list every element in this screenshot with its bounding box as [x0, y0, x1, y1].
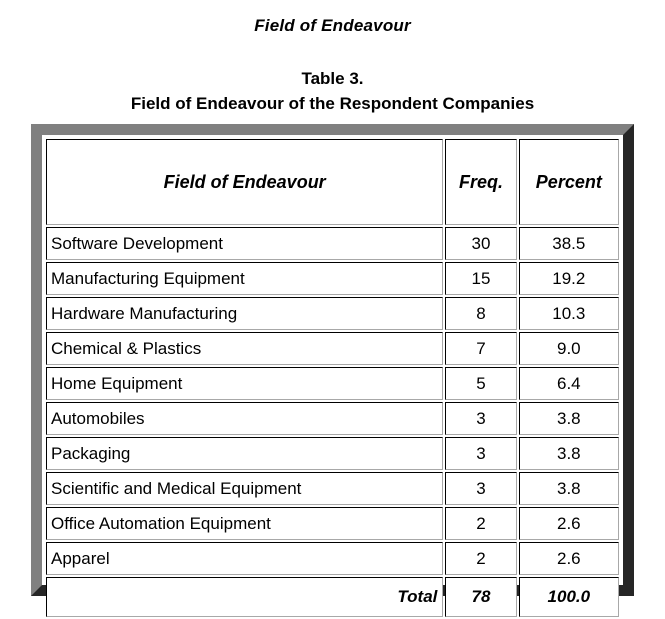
table-row: Manufacturing Equipment 15 19.2 [46, 262, 619, 295]
cell-freq-value: 3 [445, 472, 517, 505]
table-row: Software Development 30 38.5 [46, 227, 619, 260]
cell-freq-value: 2 [445, 542, 517, 575]
cell-total-percent: 100.0 [518, 577, 619, 617]
cell-percent-value: 2.6 [518, 507, 619, 540]
table-row: Apparel 2 2.6 [46, 542, 619, 575]
cell-field-label: Home Equipment [46, 367, 444, 400]
cell-freq-value: 7 [445, 332, 517, 365]
cell-field-label: Scientific and Medical Equipment [46, 472, 444, 505]
cell-total-label: Total [46, 577, 444, 617]
cell-total-freq: 78 [445, 577, 517, 617]
column-header-freq: Freq. [445, 139, 517, 225]
document-page: Field of Endeavour Table 3. Field of End… [0, 0, 665, 617]
cell-field-label: Packaging [46, 437, 444, 470]
column-header-percent: Percent [518, 139, 619, 225]
cell-percent-value: 3.8 [518, 437, 619, 470]
cell-freq-value: 2 [445, 507, 517, 540]
table-row: Office Automation Equipment 2 2.6 [46, 507, 619, 540]
cell-percent-value: 6.4 [518, 367, 619, 400]
cell-field-label: Manufacturing Equipment [46, 262, 444, 295]
table-caption: Table 3. Field of Endeavour of the Respo… [0, 66, 665, 116]
table-caption-title: Field of Endeavour of the Respondent Com… [130, 94, 535, 113]
table-row: Home Equipment 5 6.4 [46, 367, 619, 400]
cell-freq-value: 30 [445, 227, 517, 260]
cell-freq-value: 3 [445, 402, 517, 435]
cell-field-label: Software Development [46, 227, 444, 260]
page-heading: Field of Endeavour [254, 16, 411, 35]
cell-field-label: Chemical & Plastics [46, 332, 444, 365]
cell-percent-value: 3.8 [518, 472, 619, 505]
field-of-endeavour-table: Field of Endeavour Freq. Percent Softwar… [44, 137, 621, 619]
table-header-row: Field of Endeavour Freq. Percent [46, 139, 619, 225]
cell-percent-value: 2.6 [518, 542, 619, 575]
table-row: Automobiles 3 3.8 [46, 402, 619, 435]
cell-freq-value: 8 [445, 297, 517, 330]
cell-percent-value: 19.2 [518, 262, 619, 295]
table-row: Chemical & Plastics 7 9.0 [46, 332, 619, 365]
cell-freq-value: 15 [445, 262, 517, 295]
table-head: Field of Endeavour Freq. Percent [46, 139, 619, 225]
table-caption-number: Table 3. [301, 69, 364, 88]
table-total-row: Total 78 100.0 [46, 577, 619, 617]
cell-freq-value: 3 [445, 437, 517, 470]
table-frame: Field of Endeavour Freq. Percent Softwar… [31, 124, 634, 617]
cell-field-label: Automobiles [46, 402, 444, 435]
column-header-field-of-endeavour: Field of Endeavour [46, 139, 444, 225]
table-row: Scientific and Medical Equipment 3 3.8 [46, 472, 619, 505]
cell-freq-value: 5 [445, 367, 517, 400]
cell-percent-value: 38.5 [518, 227, 619, 260]
table-row: Hardware Manufacturing 8 10.3 [46, 297, 619, 330]
cell-field-label: Apparel [46, 542, 444, 575]
cell-percent-value: 9.0 [518, 332, 619, 365]
cell-field-label: Office Automation Equipment [46, 507, 444, 540]
table-body: Software Development 30 38.5 Manufacturi… [46, 227, 619, 617]
table-frame-inner: Field of Endeavour Freq. Percent Softwar… [42, 135, 623, 617]
cell-percent-value: 3.8 [518, 402, 619, 435]
cell-percent-value: 10.3 [518, 297, 619, 330]
cell-field-label: Hardware Manufacturing [46, 297, 444, 330]
table-row: Packaging 3 3.8 [46, 437, 619, 470]
